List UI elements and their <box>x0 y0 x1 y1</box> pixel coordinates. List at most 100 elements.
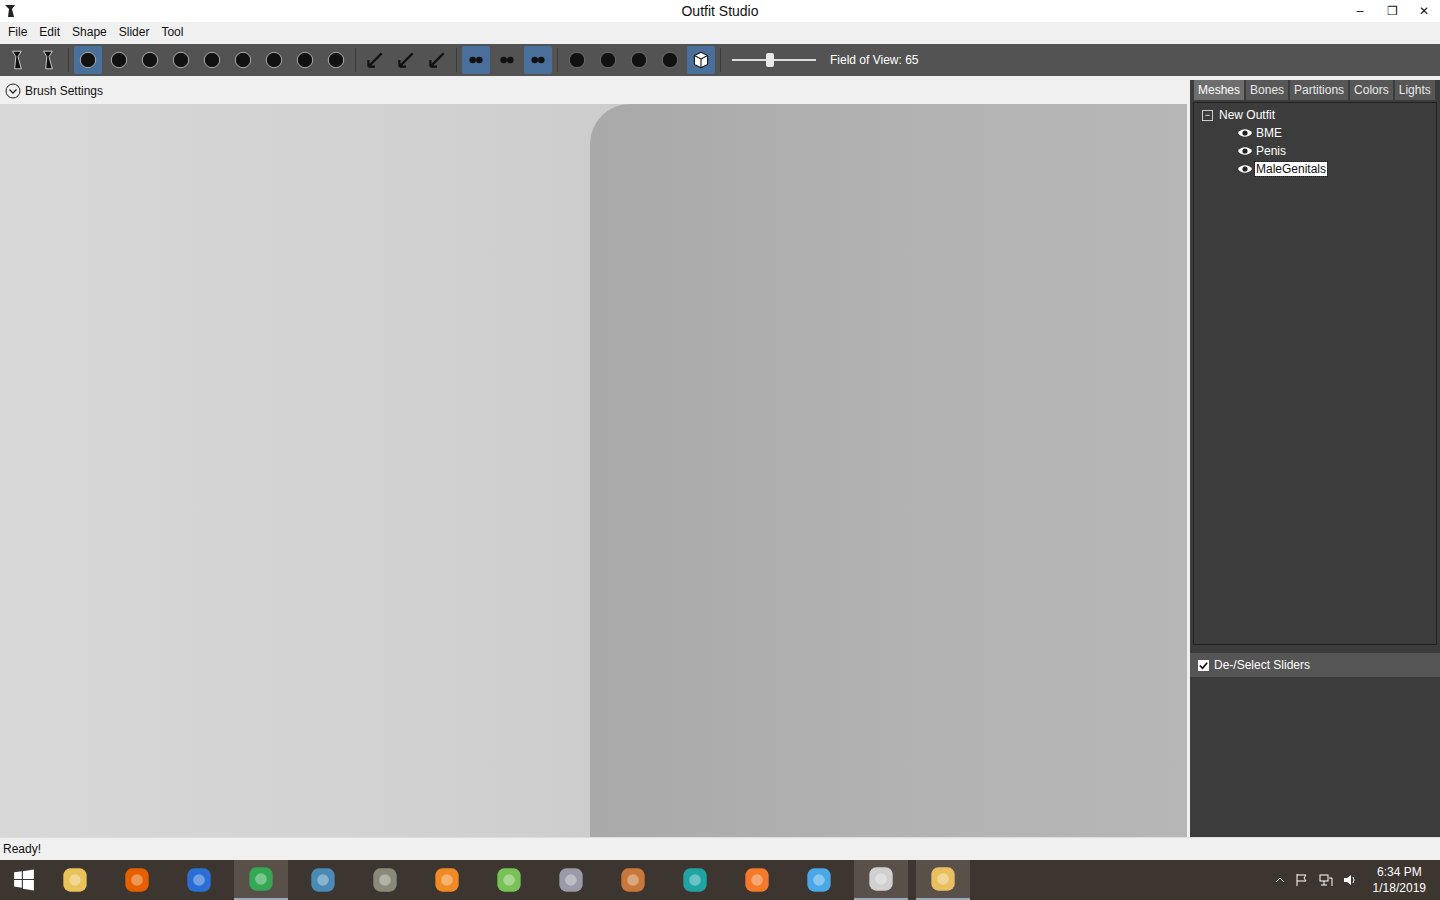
menu-item[interactable]: Tool <box>155 25 189 39</box>
system-tray: 6:34 PM 1/18/2019 <box>1275 864 1440 896</box>
taskbar-app[interactable] <box>420 860 474 900</box>
sliders-toggle-label: De-/Select Sliders <box>1214 658 1310 672</box>
tool-button[interactable] <box>524 46 552 74</box>
tool-button[interactable] <box>361 46 389 74</box>
mesh-item[interactable]: Penis <box>1194 142 1436 160</box>
tool-icon <box>527 49 549 71</box>
menu-item[interactable]: Shape <box>66 25 113 39</box>
eye-icon[interactable] <box>1237 127 1253 139</box>
fov-slider[interactable] <box>732 50 816 70</box>
tool-icon <box>7 49 29 71</box>
tool-button[interactable] <box>229 46 257 74</box>
tool-button[interactable] <box>105 46 133 74</box>
chevron-up-icon[interactable] <box>1275 877 1285 883</box>
tool-icon <box>628 49 650 71</box>
tool-button[interactable] <box>462 46 490 74</box>
taskbar-app[interactable] <box>482 860 536 900</box>
tool-button[interactable] <box>493 46 521 74</box>
taskbar-app[interactable] <box>110 860 164 900</box>
taskbar-app[interactable] <box>792 860 846 900</box>
tool-icon <box>77 49 99 71</box>
start-button[interactable] <box>0 860 48 900</box>
taskbar-app[interactable] <box>48 860 102 900</box>
toolbar-separator <box>720 48 721 72</box>
flag-icon[interactable] <box>1295 873 1309 887</box>
toolbar-separator <box>456 48 457 72</box>
tree-root[interactable]: − New Outfit <box>1194 106 1436 124</box>
taskbar-app[interactable] <box>358 860 412 900</box>
field-of-view-label: Field of View: 65 <box>830 53 919 67</box>
panel-tab[interactable]: Bones <box>1246 80 1288 100</box>
tool-icon <box>294 49 316 71</box>
window-control-button[interactable]: ✕ <box>1408 4 1440 18</box>
tool-icon <box>395 49 417 71</box>
tool-button[interactable] <box>35 46 63 74</box>
mesh-item[interactable]: BME <box>1194 124 1436 142</box>
tool-button[interactable] <box>563 46 591 74</box>
app-icon <box>247 865 275 893</box>
menu-bar: FileEditShapeSliderTool <box>0 22 1440 42</box>
network-icon[interactable] <box>1319 873 1333 887</box>
tool-icon <box>496 49 518 71</box>
panel-tab[interactable]: Lights <box>1395 80 1435 100</box>
panel-tab[interactable]: Colors <box>1350 80 1393 100</box>
tool-button[interactable] <box>4 46 32 74</box>
taskbar-app[interactable] <box>296 860 350 900</box>
taskbar: 6:34 PM 1/18/2019 <box>0 860 1440 900</box>
app-icon <box>309 866 337 894</box>
taskbar-app[interactable] <box>234 860 288 900</box>
chevron-icon <box>5 83 21 99</box>
tool-group <box>74 46 350 74</box>
mesh-item[interactable]: MaleGenitals <box>1194 160 1436 178</box>
taskbar-app[interactable] <box>854 860 908 900</box>
taskbar-app[interactable] <box>606 860 660 900</box>
eye-icon[interactable] <box>1237 163 1253 175</box>
taskbar-app[interactable] <box>730 860 784 900</box>
menu-item[interactable]: Edit <box>33 25 66 39</box>
tool-button[interactable] <box>423 46 451 74</box>
screen: Outfit Studio –❐✕ FileEditShapeSliderToo… <box>0 0 1440 900</box>
tool-button[interactable] <box>198 46 226 74</box>
slider-list <box>1190 677 1440 837</box>
collapse-icon[interactable]: − <box>1202 110 1213 121</box>
clock[interactable]: 6:34 PM 1/18/2019 <box>1367 864 1432 896</box>
tool-button[interactable] <box>656 46 684 74</box>
tool-icon <box>170 49 192 71</box>
panel-tab[interactable]: Partitions <box>1290 80 1348 100</box>
mesh-render <box>590 104 1187 837</box>
tool-button[interactable] <box>687 46 715 74</box>
3d-viewport[interactable] <box>0 104 1187 837</box>
taskbar-app[interactable] <box>916 860 970 900</box>
tool-button[interactable] <box>74 46 102 74</box>
outfit-studio-icon <box>4 4 16 18</box>
menu-item[interactable]: Slider <box>113 25 156 39</box>
tool-button[interactable] <box>291 46 319 74</box>
eye-icon[interactable] <box>1237 145 1253 157</box>
menu-item[interactable]: File <box>2 25 33 39</box>
brush-settings-bar[interactable]: Brush Settings <box>0 80 1187 102</box>
volume-icon[interactable] <box>1343 873 1357 887</box>
tool-button[interactable] <box>136 46 164 74</box>
slider-thumb[interactable] <box>766 53 774 67</box>
tool-button[interactable] <box>594 46 622 74</box>
tool-button[interactable] <box>392 46 420 74</box>
tool-icon <box>108 49 130 71</box>
taskbar-app[interactable] <box>172 860 226 900</box>
windows-icon <box>13 869 35 891</box>
app-icon <box>123 866 151 894</box>
taskbar-app[interactable] <box>544 860 598 900</box>
slider-track <box>732 59 816 61</box>
tool-group <box>4 46 63 74</box>
tool-button[interactable] <box>260 46 288 74</box>
sliders-checkbox[interactable] <box>1198 660 1209 671</box>
tool-icon <box>426 49 448 71</box>
tool-button[interactable] <box>322 46 350 74</box>
panel-tab[interactable]: Meshes <box>1194 80 1244 100</box>
window-control-button[interactable]: – <box>1344 4 1376 18</box>
tool-button[interactable] <box>167 46 195 74</box>
tool-button[interactable] <box>625 46 653 74</box>
taskbar-app[interactable] <box>668 860 722 900</box>
window-control-button[interactable]: ❐ <box>1376 4 1408 18</box>
app-icon <box>61 866 89 894</box>
toolbar-separator <box>355 48 356 72</box>
